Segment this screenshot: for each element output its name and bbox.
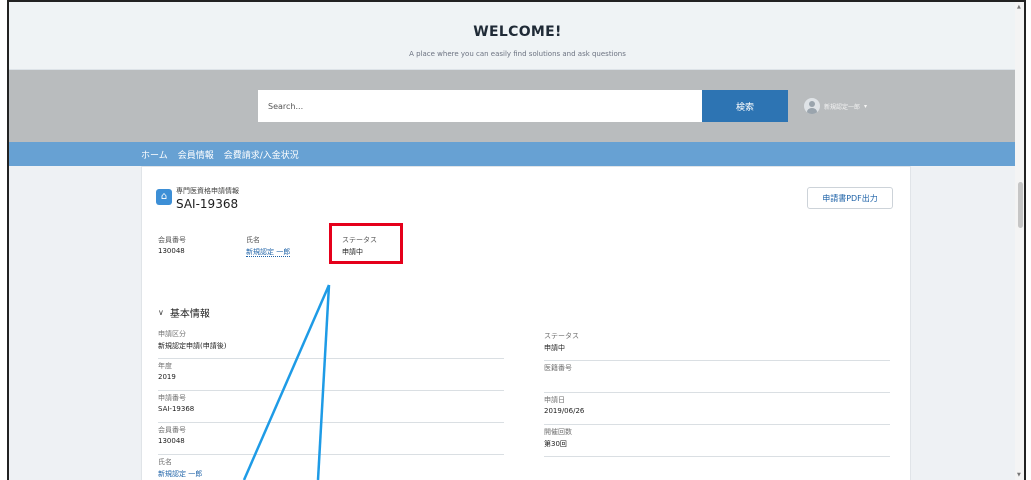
pointer-line-left	[242, 284, 331, 480]
annotation-pointer-lines	[242, 284, 331, 480]
pointer-line-right	[316, 284, 331, 480]
